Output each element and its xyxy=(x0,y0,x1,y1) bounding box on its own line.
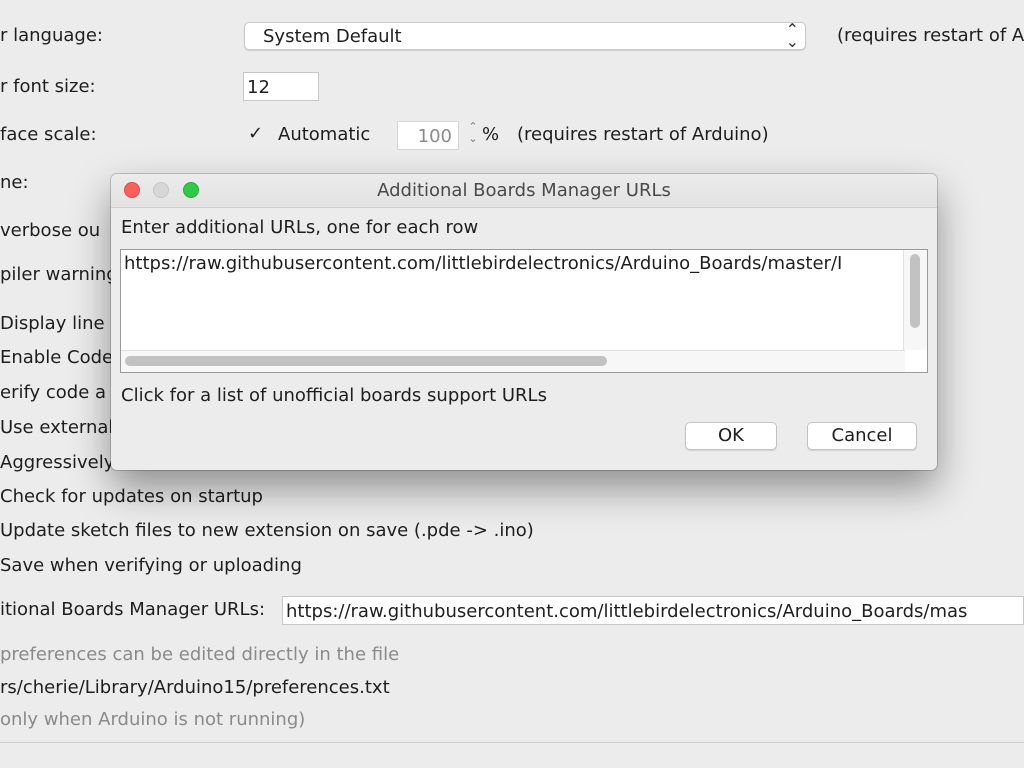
boards-urls-dialog: Additional Boards Manager URLs Enter add… xyxy=(111,174,937,470)
language-select-value: System Default xyxy=(263,26,402,47)
checkbox-use-external-editor[interactable]: Use external xyxy=(0,417,113,438)
up-down-chevron-icon: ⌃ ⌄ xyxy=(785,20,799,51)
horizontal-scrollbar[interactable] xyxy=(121,350,905,372)
vertical-scrollbar-thumb[interactable] xyxy=(910,254,920,328)
checkbox-enable-code-folding[interactable]: Enable Code xyxy=(0,347,113,368)
edit-when-not-running-note: only when Arduino is not running) xyxy=(0,709,306,730)
cancel-button[interactable]: Cancel xyxy=(807,422,917,450)
compiler-warnings-label: piler warning xyxy=(0,264,118,285)
verbose-output-label: verbose ou xyxy=(0,220,101,241)
boards-urls-label: itional Boards Manager URLs: xyxy=(0,599,266,620)
dialog-titlebar: Additional Boards Manager URLs xyxy=(111,174,937,208)
font-size-input[interactable]: 12 xyxy=(243,72,319,101)
boards-urls-value: https://raw.githubusercontent.com/little… xyxy=(286,601,968,622)
automatic-scale-label: Automatic xyxy=(278,124,371,145)
scale-percent: % xyxy=(482,124,500,145)
preferences-path[interactable]: rs/cherie/Library/Arduino15/preferences.… xyxy=(0,677,390,698)
divider xyxy=(0,742,1024,743)
horizontal-scrollbar-thumb[interactable] xyxy=(125,356,607,366)
theme-label: ne: xyxy=(0,172,29,193)
unofficial-boards-link[interactable]: Click for a list of unofficial boards su… xyxy=(121,385,547,406)
scale-input[interactable]: 100 xyxy=(397,121,459,150)
checkbox-display-line-numbers[interactable]: Display line n xyxy=(0,313,122,334)
language-restart-note: (requires restart of A xyxy=(837,25,1024,46)
language-label: r language: xyxy=(0,25,103,46)
checkbox-aggressively-cache[interactable]: Aggressively xyxy=(0,452,114,473)
dialog-instruction: Enter additional URLs, one for each row xyxy=(121,217,479,238)
checkbox-save-when-verifying[interactable]: Save when verifying or uploading xyxy=(0,555,302,576)
interface-scale-label: face scale: xyxy=(0,124,97,145)
urls-textarea-line: https://raw.githubusercontent.com/little… xyxy=(124,253,843,274)
scale-restart-note: (requires restart of Arduino) xyxy=(517,124,769,145)
scale-value: 100 xyxy=(417,126,452,147)
checkmark-icon[interactable]: ✓ xyxy=(248,123,263,144)
font-size-value: 12 xyxy=(247,77,270,98)
urls-textarea[interactable]: https://raw.githubusercontent.com/little… xyxy=(120,249,928,373)
ok-button[interactable]: OK xyxy=(685,422,777,450)
font-size-label: r font size: xyxy=(0,76,96,97)
spinner-arrows-icon[interactable]: ⌃ ⌄ xyxy=(464,121,482,149)
more-preferences-note: preferences can be edited directly in th… xyxy=(0,644,400,665)
checkbox-verify-code[interactable]: erify code a xyxy=(0,382,106,403)
boards-urls-input[interactable]: https://raw.githubusercontent.com/little… xyxy=(282,596,1024,625)
dialog-title: Additional Boards Manager URLs xyxy=(377,180,671,201)
language-select[interactable]: System Default ⌃ ⌄ xyxy=(244,22,806,50)
checkbox-update-sketch-extension[interactable]: Update sketch files to new extension on … xyxy=(0,520,534,541)
vertical-scrollbar[interactable] xyxy=(903,250,927,350)
checkbox-check-updates[interactable]: Check for updates on startup xyxy=(0,486,263,507)
